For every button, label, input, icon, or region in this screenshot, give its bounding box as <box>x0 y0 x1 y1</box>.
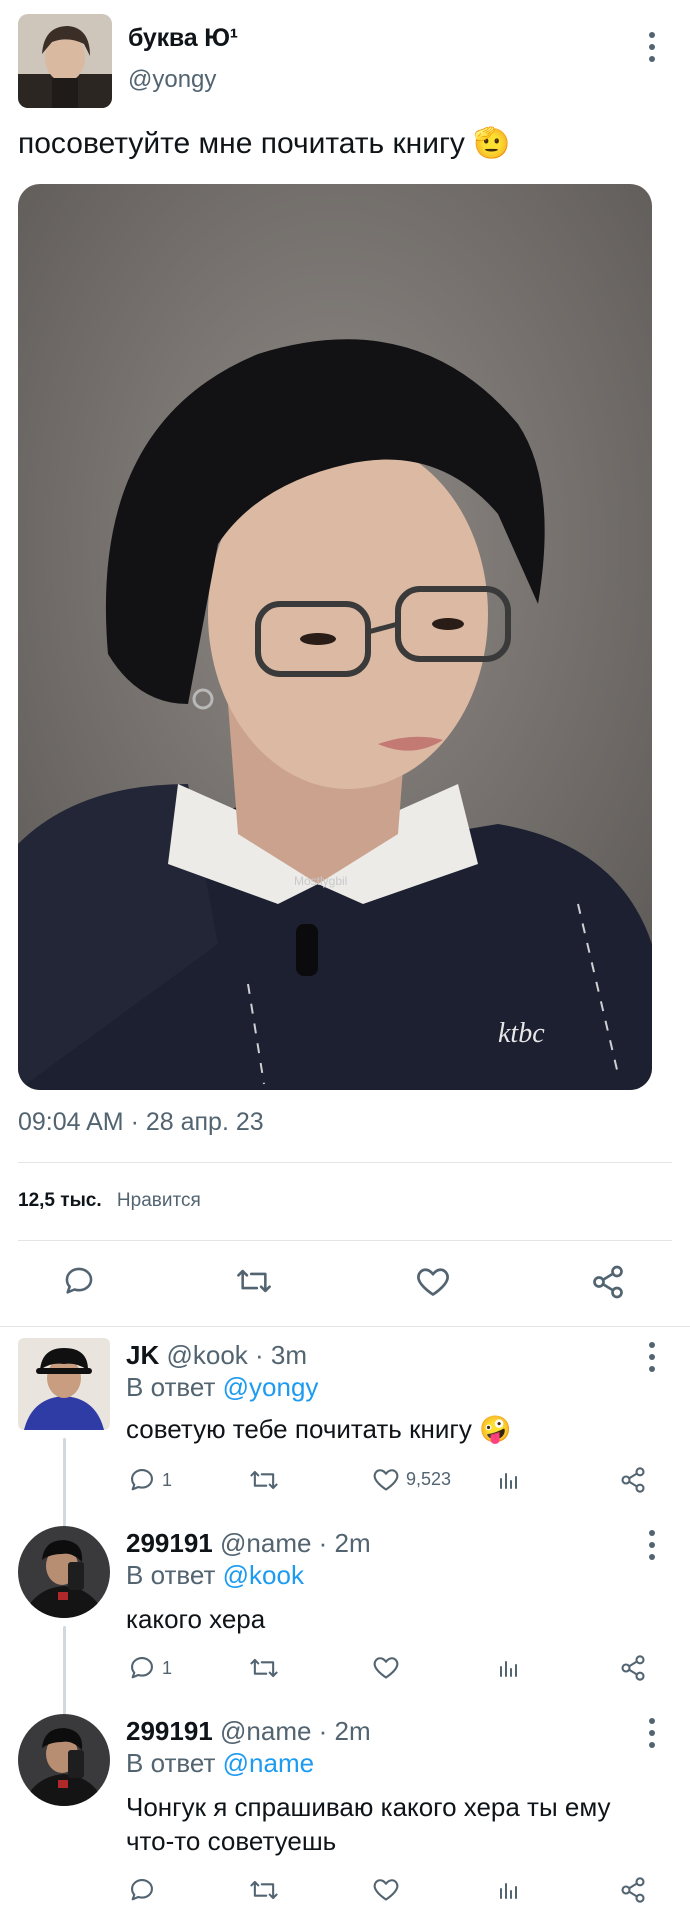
more-vertical-icon[interactable] <box>647 32 657 62</box>
divider <box>18 1162 672 1163</box>
reply-time: · 2m <box>318 1716 371 1746</box>
zany-face-emoji: 🤪 <box>479 1414 512 1444</box>
author-handle[interactable]: @yongy <box>128 66 216 94</box>
reply-author-name[interactable]: 299191 <box>126 1528 213 1558</box>
heart-icon[interactable] <box>372 1654 400 1680</box>
reply-to-line: В ответ @yongy <box>126 1372 318 1403</box>
share-icon[interactable] <box>619 1876 647 1904</box>
reply-avatar[interactable] <box>18 1526 110 1618</box>
tweet-text: посоветуйте мне почитать книгу 🫡 <box>18 126 511 161</box>
likes-count: 12,5 тыс. <box>18 1190 102 1211</box>
reply-count: 1 <box>162 1469 173 1490</box>
reply-header: 299191 @name · 2m <box>126 1716 371 1747</box>
likes-stats[interactable]: 12,5 тыс. Нравится <box>18 1190 201 1212</box>
tweet-text-body: посоветуйте мне почитать книгу <box>18 127 465 160</box>
divider <box>0 1326 690 1327</box>
share-icon[interactable] <box>619 1654 647 1682</box>
reply-to-mention[interactable]: @yongy <box>223 1372 319 1402</box>
tweet-timestamp[interactable]: 09:04 AM · 28 апр. 23 <box>18 1108 264 1137</box>
reply-avatar[interactable] <box>18 1714 110 1806</box>
author-display-name[interactable]: буква Ю¹ <box>128 24 238 53</box>
more-vertical-icon[interactable] <box>647 1718 657 1748</box>
retweet-icon[interactable] <box>234 1264 274 1298</box>
reply-to-line: В ответ @name <box>126 1748 314 1779</box>
analytics-icon[interactable] <box>497 1654 521 1682</box>
retweet-icon[interactable] <box>248 1876 280 1904</box>
reply-to-mention[interactable]: @kook <box>223 1560 304 1590</box>
retweet-icon[interactable] <box>248 1466 280 1494</box>
reply-author-handle[interactable]: @kook <box>166 1340 247 1370</box>
reply-time: · 3m <box>255 1340 308 1370</box>
reply-text-line-2: что-то советуешь <box>126 1826 337 1856</box>
reply-text: какого хера <box>126 1604 266 1634</box>
likes-label: Нравится <box>116 1190 201 1211</box>
reply-header: 299191 @name · 2m <box>126 1528 371 1559</box>
reply-author-name[interactable]: JK <box>126 1340 159 1370</box>
reply-text: советую тебе почитать книгу 🤪 <box>126 1414 511 1445</box>
shirt-logo: ktbc <box>498 1018 545 1049</box>
reply-to-line: В ответ @kook <box>126 1560 304 1591</box>
reply-icon[interactable]: 1 <box>128 1466 172 1494</box>
author-avatar[interactable] <box>18 14 112 108</box>
reply-to-prefix: В ответ <box>126 1748 216 1778</box>
reply-time: · 2m <box>318 1528 371 1558</box>
reply-icon[interactable] <box>128 1876 156 1904</box>
share-icon[interactable] <box>590 1264 626 1300</box>
reply-text-body: советую тебе почитать книгу <box>126 1414 472 1444</box>
heart-icon[interactable] <box>415 1264 451 1298</box>
retweet-icon[interactable] <box>248 1654 280 1682</box>
reply-header: JK @kook · 3m <box>126 1340 307 1371</box>
saluting-face-emoji: 🫡 <box>473 127 511 160</box>
image-watermark: Mostlygbil <box>294 874 347 888</box>
reply-to-mention[interactable]: @name <box>223 1748 314 1778</box>
share-icon[interactable] <box>619 1466 647 1494</box>
thread-line <box>63 1438 66 1528</box>
more-vertical-icon[interactable] <box>647 1342 657 1372</box>
reply-to-prefix: В ответ <box>126 1560 216 1590</box>
reply-author-name[interactable]: 299191 <box>126 1716 213 1746</box>
reply-avatar[interactable] <box>18 1338 110 1430</box>
reply-author-handle[interactable]: @name <box>220 1528 311 1558</box>
reply-author-handle[interactable]: @name <box>220 1716 311 1746</box>
more-vertical-icon[interactable] <box>647 1530 657 1560</box>
analytics-icon[interactable] <box>497 1876 521 1904</box>
reply-to-prefix: В ответ <box>126 1372 216 1402</box>
reply-icon[interactable] <box>62 1264 96 1298</box>
tweet-photo[interactable]: Mostlygbil ktbc <box>18 184 652 1090</box>
reply-text-line-1: Чонгук я спрашиваю какого хера ты ему <box>126 1792 611 1822</box>
thread-line <box>63 1626 66 1716</box>
heart-icon[interactable] <box>372 1876 400 1902</box>
divider <box>18 1240 672 1241</box>
reply-count: 1 <box>162 1657 173 1678</box>
reply-icon[interactable]: 1 <box>128 1654 172 1682</box>
analytics-icon[interactable] <box>497 1466 521 1494</box>
heart-icon[interactable]: 9,523 <box>372 1466 451 1492</box>
like-count: 9,523 <box>406 1468 452 1489</box>
